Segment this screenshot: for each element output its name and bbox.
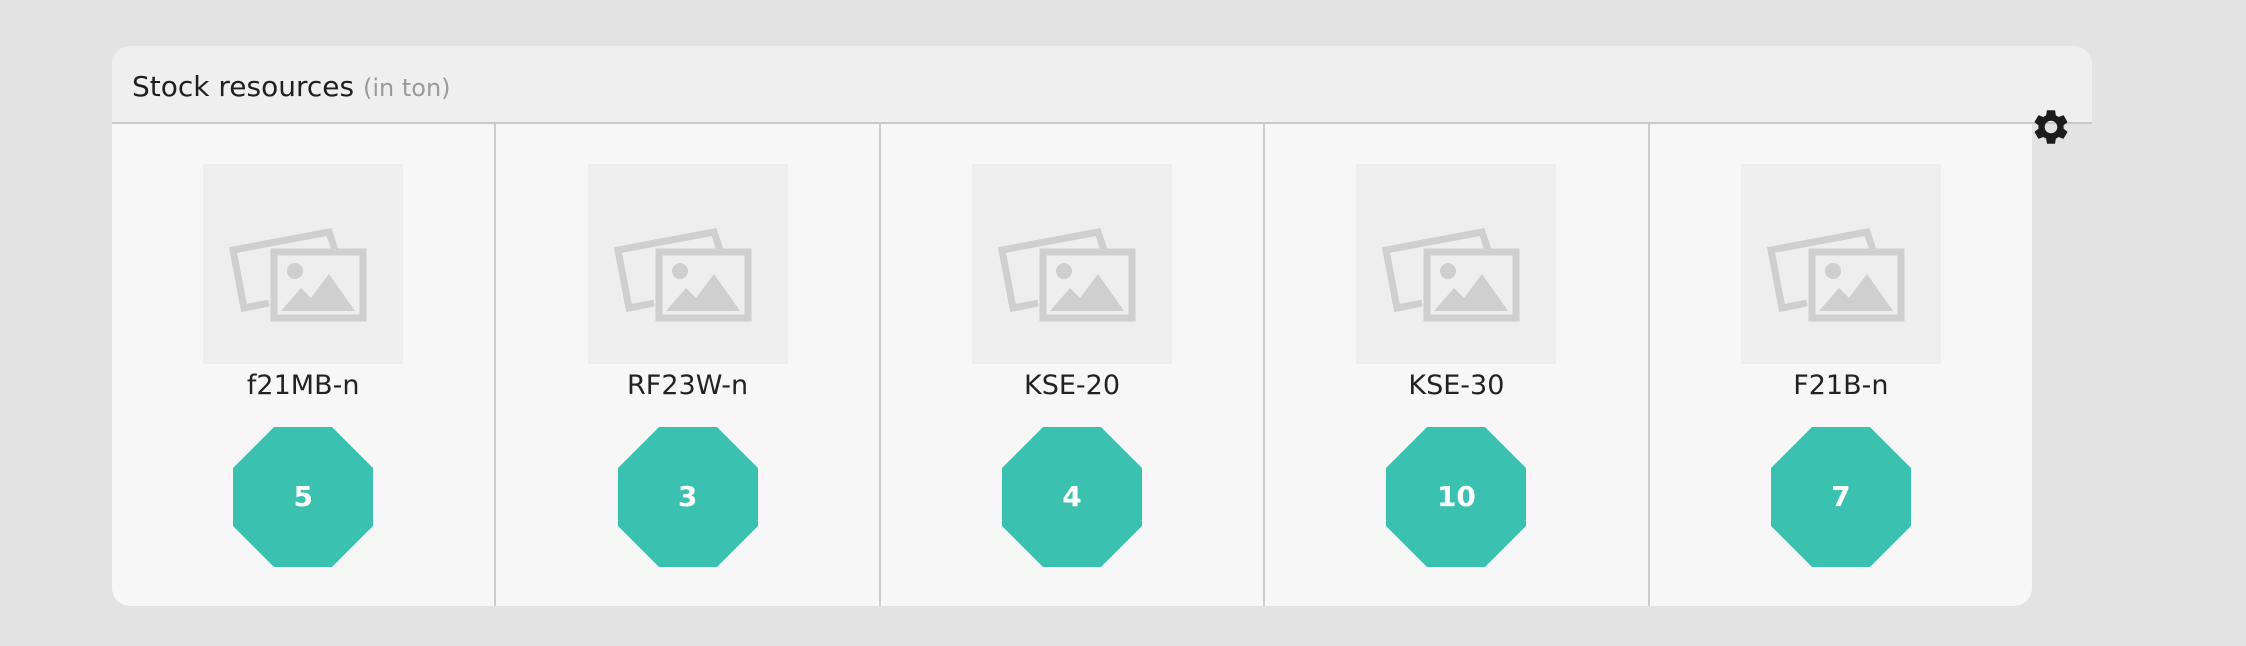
image-placeholder-icon	[1740, 164, 1941, 364]
image-placeholder-icon	[587, 164, 788, 364]
stock-item[interactable]: RF23W-n 3	[496, 124, 881, 606]
image-placeholder-icon	[203, 164, 404, 364]
stock-item[interactable]: F21B-n 7	[1650, 124, 2032, 606]
stock-quantity-badge: 4	[1002, 427, 1143, 567]
widget-unit-label: (in ton)	[363, 74, 451, 102]
stock-item[interactable]: KSE-30 10	[1265, 124, 1650, 606]
image-placeholder-icon	[972, 164, 1173, 364]
item-name: f21MB-n	[246, 370, 360, 401]
widget-header: Stock resources (in ton)	[112, 46, 2092, 124]
image-placeholder-icon	[1356, 164, 1557, 364]
stock-resources-widget: Stock resources (in ton) f21MB-n 5 RF23W…	[112, 46, 2092, 606]
widget-title-text: Stock resources	[132, 70, 355, 103]
item-name: F21B-n	[1793, 370, 1889, 401]
stock-quantity-badge: 3	[617, 427, 758, 567]
stock-quantity-badge: 5	[233, 427, 374, 567]
stock-quantity-badge: 10	[1386, 427, 1527, 567]
stock-quantity-value: 5	[293, 480, 313, 513]
stock-item[interactable]: f21MB-n 5	[112, 124, 497, 606]
stock-quantity-value: 3	[677, 480, 698, 513]
stock-item[interactable]: KSE-20 4	[881, 124, 1266, 606]
stock-quantity-value: 10	[1436, 480, 1476, 513]
item-name: KSE-30	[1408, 370, 1505, 401]
stock-quantity-value: 7	[1831, 480, 1851, 513]
widget-title: Stock resources (in ton)	[132, 70, 451, 105]
item-name: KSE-20	[1024, 370, 1121, 401]
item-name: RF23W-n	[627, 370, 749, 401]
gear-icon[interactable]	[2030, 106, 2072, 148]
stock-quantity-value: 4	[1062, 480, 1082, 513]
items-row: f21MB-n 5 RF23W-n 3 KSE-20 4 KSE-30 10 F…	[112, 124, 2032, 606]
stock-quantity-badge: 7	[1770, 427, 1911, 567]
